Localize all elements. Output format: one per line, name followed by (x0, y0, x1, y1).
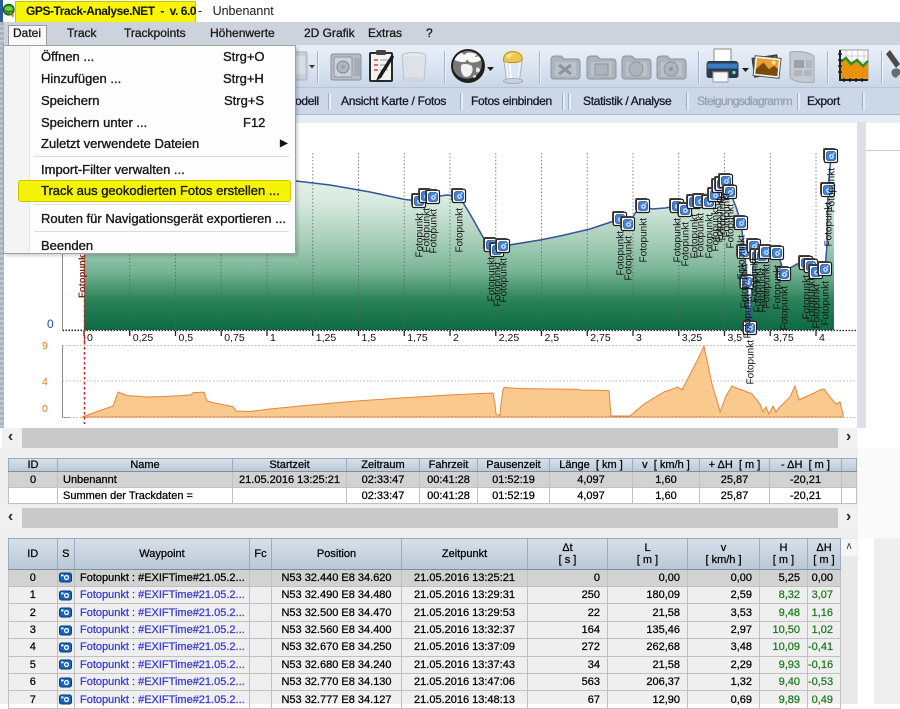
svg-text:0,5: 0,5 (179, 332, 194, 344)
svg-text:Fotopunkt: Fotopunkt (827, 168, 838, 213)
svg-text:1: 1 (270, 332, 276, 344)
svg-text:Fotopunkt: Fotopunkt (726, 204, 737, 249)
svg-text:9: 9 (42, 340, 48, 352)
svg-text:Fotopunkt: Fotopunkt (746, 340, 757, 385)
svg-text:3,75: 3,75 (773, 332, 794, 344)
svg-text:Fotopunkt: Fotopunkt (624, 236, 635, 281)
svg-text:2: 2 (453, 332, 459, 344)
svg-text:4: 4 (819, 332, 825, 344)
svg-text:Fotopunkt: Fotopunkt (429, 209, 440, 254)
svg-text:2,5: 2,5 (545, 332, 560, 344)
svg-text:3,5: 3,5 (728, 332, 743, 344)
svg-text:2,25: 2,25 (499, 332, 520, 344)
svg-text:0: 0 (47, 317, 54, 331)
svg-text:Fotopunkt: Fotopunkt (639, 218, 650, 263)
svg-text:1,75: 1,75 (407, 332, 428, 344)
svg-text:Fotopunkt: Fotopunkt (499, 258, 510, 303)
svg-text:1,25: 1,25 (316, 332, 337, 344)
svg-text:Fotopunkt: Fotopunkt (762, 264, 773, 309)
svg-text:0: 0 (42, 403, 48, 415)
svg-text:1,5: 1,5 (362, 332, 377, 344)
svg-text:0: 0 (87, 332, 93, 344)
svg-text:4: 4 (42, 376, 48, 388)
svg-text:Fotopunkt: Fotopunkt (821, 281, 832, 326)
svg-text:Fotopunkt: Fotopunkt (780, 286, 791, 331)
svg-text:3: 3 (636, 332, 642, 344)
svg-text:Fotopunkt: Fotopunkt (77, 251, 88, 298)
svg-text:2,75: 2,75 (590, 332, 611, 344)
svg-text:Fotopunkt: Fotopunkt (455, 208, 466, 253)
svg-text:0,25: 0,25 (133, 332, 154, 344)
svg-text:0,75: 0,75 (224, 332, 245, 344)
svg-text:3,25: 3,25 (682, 332, 703, 344)
